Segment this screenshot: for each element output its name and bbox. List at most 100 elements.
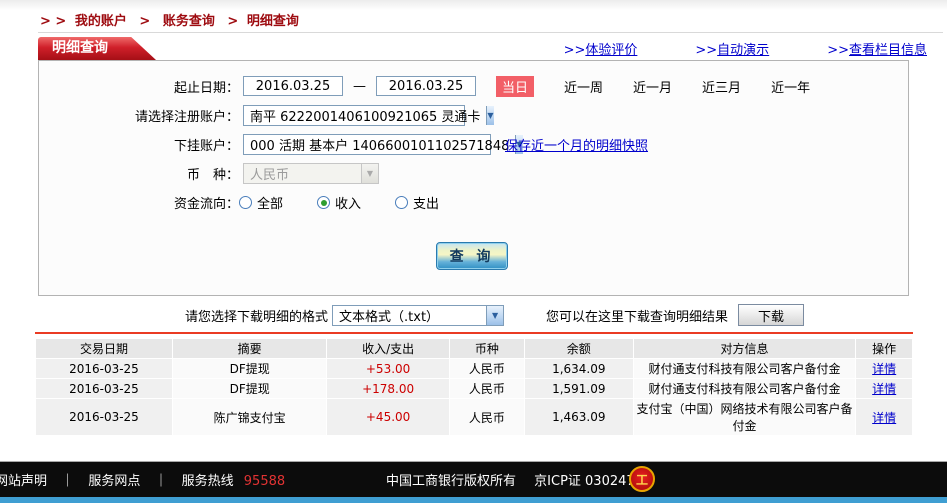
copyright-text: 中国工商银行版权所有 [386, 474, 517, 489]
download-format-select[interactable]: 文本格式（.txt） ▼ [332, 304, 505, 326]
breadcrumb-item-account-query[interactable]: 账务查询 [163, 14, 215, 29]
hotline-label: 服务热线 [181, 474, 234, 489]
query-button[interactable]: 查 询 [436, 242, 508, 270]
header-amount: 收入/支出 [327, 339, 449, 358]
footer-link-branches[interactable]: 服务网点 [88, 474, 140, 489]
quick-range-today[interactable]: 当日 [496, 75, 535, 97]
cell-summary: DF提现 [172, 379, 327, 398]
download-hint: 您可以在这里下载查询明细结果 [546, 309, 729, 325]
date-to-input[interactable] [376, 76, 476, 96]
detail-link[interactable]: 详情 [872, 411, 896, 425]
download-format-label: 请您选择下载明细的格式 [185, 309, 329, 325]
download-button[interactable]: 下载 [738, 304, 805, 326]
header-summary: 摘要 [172, 339, 327, 358]
quick-range-quarter[interactable]: 近三月 [702, 77, 741, 96]
date-range-label: 起止日期： [173, 80, 239, 96]
sub-account-label: 下挂账户： [173, 138, 239, 154]
fund-flow-row: 资金流向： 全部 收入 支出 [39, 191, 908, 213]
link-column-info[interactable]: >>查看栏目信息 [827, 39, 927, 58]
download-row: 请您选择下载明细的格式 文本格式（.txt） ▼ 您可以在这里下载查询明细结果 … [38, 304, 909, 326]
breadcrumb-separator: > [139, 14, 151, 29]
cell-summary: DF提现 [172, 359, 327, 378]
sub-account-row: 下挂账户： 000 活期 基本户 1406600101102571848 ▼ 保… [39, 133, 908, 155]
footer-copyright: 中国工商银行版权所有 京ICP证 030247号 [386, 470, 648, 489]
date-range-row: 起止日期： — 当日 近一周 近一月 近三月 近一年 [39, 75, 908, 97]
security-badge-icon: 工 [629, 466, 655, 492]
footer-link-statement[interactable]: 网站声明 [0, 474, 47, 489]
link-prefix: >> [563, 43, 586, 58]
radio-checked-icon [317, 195, 331, 209]
table-header-row: 交易日期 摘要 收入/支出 币种 余额 对方信息 操作 [36, 339, 912, 358]
selected-account: 南平 6222001406100921065 灵通卡 [250, 109, 481, 125]
radio-icon [239, 195, 252, 209]
tab-label: 明细查询 [52, 40, 108, 56]
tab-bar: 明细查询 >>体验评价 >>自动演示 >>查看栏目信息 [38, 37, 943, 60]
cell-summary: 陈广锦支付宝 [172, 399, 327, 435]
cell-amount: +53.00 [327, 359, 449, 378]
radio-icon [395, 195, 409, 209]
results-table-wrap: 交易日期 摘要 收入/支出 币种 余额 对方信息 操作 2016-03-25 D… [35, 338, 913, 436]
save-snapshot-link[interactable]: 保存近一个月的明细快照 [505, 135, 648, 154]
detail-link[interactable]: 详情 [872, 362, 896, 376]
radio-label: 全部 [257, 196, 284, 212]
quick-range-year[interactable]: 近一年 [771, 77, 810, 96]
divider [38, 32, 943, 33]
cell-balance: 1,591.09 [525, 379, 633, 398]
cell-currency: 人民币 [449, 359, 525, 378]
tab-detail-query[interactable]: 明细查询 [38, 37, 156, 60]
cell-balance: 1,463.09 [525, 399, 633, 435]
cell-action: 详情 [856, 379, 912, 398]
header-date: 交易日期 [36, 339, 172, 358]
sub-account-select[interactable]: 000 活期 基本户 1406600101102571848 ▼ [243, 133, 523, 155]
table-row: 2016-03-25 陈广锦支付宝 +45.00 人民币 1,463.09 支付… [36, 399, 912, 435]
cell-amount: +178.00 [327, 379, 449, 398]
chevron-down-icon: ▼ [361, 163, 378, 183]
registered-account-row: 请选择注册账户： 南平 6222001406100921065 灵通卡 ▼ [39, 104, 908, 126]
quick-range-month[interactable]: 近一月 [633, 77, 672, 96]
footer: 网站声明 ｜ 服务网点 ｜ 服务热线 95588 中国工商银行版权所有 京ICP… [0, 462, 947, 497]
results-table: 交易日期 摘要 收入/支出 币种 余额 对方信息 操作 2016-03-25 D… [35, 338, 913, 436]
currency-label: 币 种： [186, 167, 239, 183]
query-form-panel: 起止日期： — 当日 近一周 近一月 近三月 近一年 请选择注册账户： 南平 6… [38, 60, 909, 296]
radio-label: 收入 [335, 196, 362, 212]
chevron-down-icon: ▼ [486, 305, 504, 325]
footer-separator: ｜ [61, 474, 75, 489]
cell-date: 2016-03-25 [36, 359, 172, 378]
link-label: 体验评价 [585, 43, 638, 58]
cell-balance: 1,634.09 [525, 359, 633, 378]
currency-select-disabled: 人民币 ▼ [243, 162, 379, 184]
cell-action: 详情 [856, 399, 912, 435]
date-range-dash: — [353, 78, 366, 94]
cell-counterparty: 财付通支付科技有限公司客户备付金 [633, 379, 856, 398]
cell-amount: +45.00 [327, 399, 449, 435]
link-label: 查看栏目信息 [848, 43, 927, 58]
link-prefix: >> [695, 43, 718, 58]
header-action: 操作 [856, 339, 912, 358]
flow-radio-income[interactable]: 收入 [317, 193, 361, 212]
link-label: 自动演示 [717, 43, 770, 58]
section-divider-red [35, 332, 913, 334]
header-currency: 币种 [449, 339, 525, 358]
registered-account-select[interactable]: 南平 6222001406100921065 灵通卡 ▼ [243, 104, 494, 126]
flow-radio-all[interactable]: 全部 [239, 193, 283, 212]
breadcrumb: > > 我的账户 > 账务查询 > 明细查询 [40, 10, 299, 29]
header-balance: 余额 [525, 339, 633, 358]
detail-link[interactable]: 详情 [872, 382, 896, 396]
breadcrumb-item-detail-query: 明细查询 [246, 14, 299, 29]
link-experience-review[interactable]: >>体验评价 [564, 39, 638, 58]
currency-row: 币 种： 人民币 ▼ [39, 162, 908, 184]
breadcrumb-item-my-account[interactable]: 我的账户 [75, 14, 127, 29]
footer-separator: ｜ [154, 474, 168, 489]
selected-currency: 人民币 [250, 167, 290, 183]
header-counterparty: 对方信息 [633, 339, 856, 358]
selected-format: 文本格式（.txt） [339, 309, 440, 325]
quick-range-week[interactable]: 近一周 [564, 77, 603, 96]
flow-radio-expense[interactable]: 支出 [395, 193, 439, 212]
table-row: 2016-03-25 DF提现 +53.00 人民币 1,634.09 财付通支… [36, 359, 912, 378]
chevron-down-icon: ▼ [486, 105, 494, 125]
radio-label: 支出 [413, 196, 440, 212]
date-from-input[interactable] [243, 76, 343, 96]
link-auto-demo[interactable]: >>自动演示 [695, 39, 769, 58]
cell-currency: 人民币 [449, 379, 525, 398]
table-row: 2016-03-25 DF提现 +178.00 人民币 1,591.09 财付通… [36, 379, 912, 398]
